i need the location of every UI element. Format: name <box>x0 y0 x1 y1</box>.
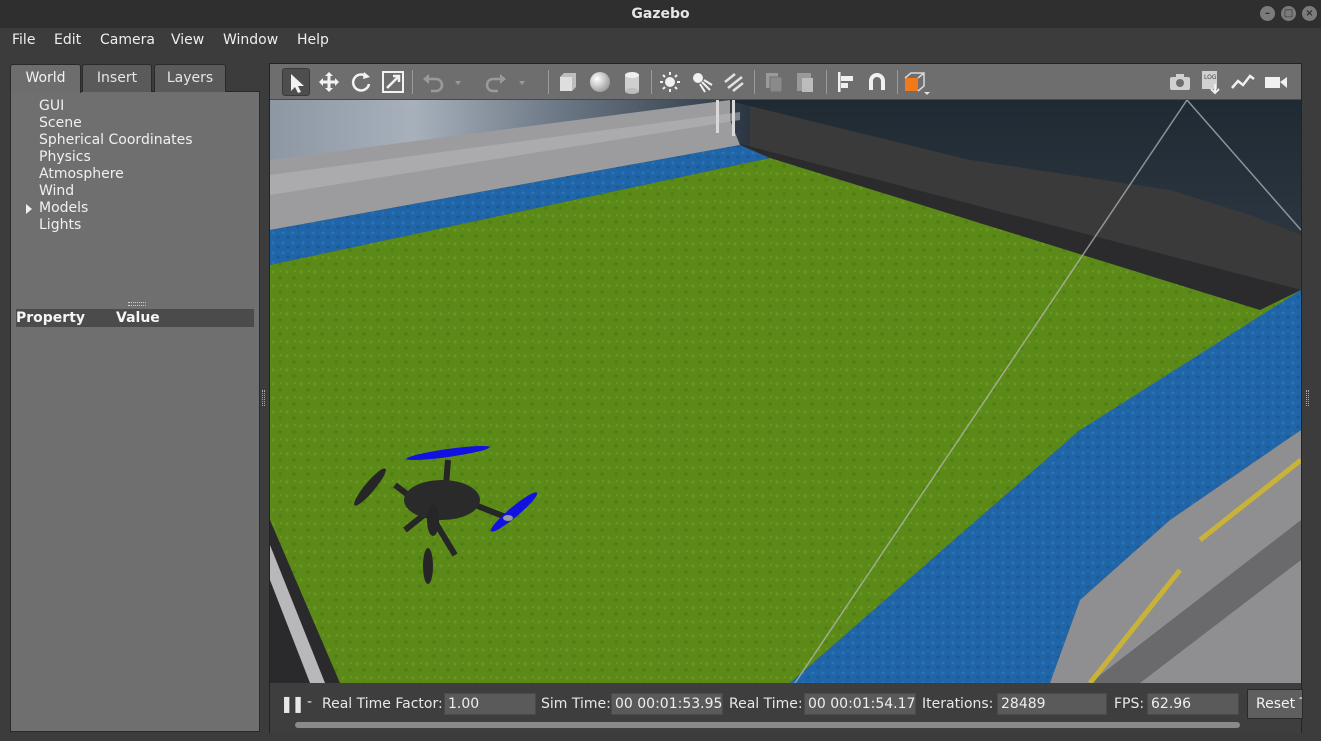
cylinder-shape-icon[interactable] <box>618 68 646 96</box>
real-time-factor-field: 1.00 <box>444 693 536 715</box>
status-bar: ❚❚ - Real Time Factor: 1.00 Sim Time: 00… <box>270 683 1303 733</box>
right-splitter-grip[interactable] <box>1306 390 1309 406</box>
tree-item-spherical-coordinates[interactable]: Spherical Coordinates <box>39 132 193 148</box>
tab-world[interactable]: World <box>10 64 81 93</box>
real-time-field: 00 00:01:54.171 <box>804 693 916 715</box>
close-icon[interactable]: × <box>1302 6 1317 21</box>
scale-icon[interactable] <box>379 68 407 96</box>
property-table-header: Property Value <box>16 309 254 327</box>
step-button[interactable]: - <box>307 694 312 710</box>
left-panel: GUI Scene Spherical Coordinates Physics … <box>10 64 260 732</box>
property-column-header: Property <box>16 310 86 326</box>
iterations-label: Iterations: <box>922 696 994 712</box>
fps-field: 62.96 <box>1147 693 1239 715</box>
tree-item-physics[interactable]: Physics <box>39 149 91 165</box>
menu-window[interactable]: Window <box>223 32 278 48</box>
real-time-factor-label: Real Time Factor: <box>322 696 443 712</box>
horizontal-scrollbar[interactable] <box>295 722 1240 728</box>
view-angle-icon[interactable] <box>902 68 930 96</box>
maximize-icon[interactable]: □ <box>1281 6 1296 21</box>
world-tree-panel: GUI Scene Spherical Coordinates Physics … <box>10 91 260 732</box>
select-arrow-icon[interactable] <box>282 68 310 96</box>
iterations-field: 28489 <box>997 693 1107 715</box>
3d-scene-view[interactable] <box>270 100 1301 683</box>
screenshot-camera-icon[interactable] <box>1166 68 1194 96</box>
menu-bar: File Edit Camera View Window Help <box>0 28 1321 55</box>
sim-time-label: Sim Time: <box>541 696 611 712</box>
render-viewport: LOG ❚❚ - Real Time Factor: 1.00 Sim Time… <box>269 63 1303 733</box>
undo-dropdown-icon[interactable] <box>452 68 464 96</box>
menu-camera[interactable]: Camera <box>100 32 155 48</box>
expand-arrow-icon[interactable] <box>25 203 33 215</box>
toolbar: LOG <box>270 64 1301 100</box>
translate-icon[interactable] <box>315 68 343 96</box>
redo-dropdown-icon[interactable] <box>516 68 528 96</box>
tree-item-scene[interactable]: Scene <box>39 115 82 131</box>
menu-edit[interactable]: Edit <box>54 32 81 48</box>
minimize-icon[interactable]: – <box>1260 6 1275 21</box>
svg-text:LOG: LOG <box>1204 74 1217 81</box>
snap-magnet-icon[interactable] <box>863 68 891 96</box>
tree-item-lights[interactable]: Lights <box>39 217 81 233</box>
pause-button[interactable]: ❚❚ <box>280 694 305 713</box>
rotate-icon[interactable] <box>347 68 375 96</box>
tree-item-atmosphere[interactable]: Atmosphere <box>39 166 124 182</box>
fps-label: FPS: <box>1114 696 1145 712</box>
tree-item-gui[interactable]: GUI <box>39 98 64 114</box>
spot-light-icon[interactable] <box>688 68 716 96</box>
tab-layers[interactable]: Layers <box>154 64 226 92</box>
panel-splitter-handle[interactable] <box>128 302 146 306</box>
tab-insert[interactable]: Insert <box>82 64 152 92</box>
sphere-shape-icon[interactable] <box>586 68 614 96</box>
undo-icon[interactable] <box>419 68 447 96</box>
tree-item-wind[interactable]: Wind <box>39 183 74 199</box>
redo-icon[interactable] <box>482 68 510 96</box>
directional-light-icon[interactable] <box>720 68 748 96</box>
reset-time-button[interactable]: Reset Time <box>1247 689 1303 719</box>
title-bar: Gazebo – □ × <box>0 0 1321 28</box>
real-time-label: Real Time: <box>729 696 803 712</box>
point-light-icon[interactable] <box>656 68 684 96</box>
menu-file[interactable]: File <box>12 32 35 48</box>
menu-help[interactable]: Help <box>297 32 329 48</box>
align-icon[interactable] <box>832 68 860 96</box>
sim-time-field: 00 00:01:53.956 <box>611 693 723 715</box>
box-shape-icon[interactable] <box>554 68 582 96</box>
plot-icon[interactable] <box>1229 68 1257 96</box>
window-title: Gazebo <box>631 6 690 22</box>
video-record-icon[interactable] <box>1262 68 1290 96</box>
tree-item-models[interactable]: Models <box>39 200 88 216</box>
menu-view[interactable]: View <box>171 32 204 48</box>
paste-icon[interactable] <box>791 68 819 96</box>
left-splitter-grip[interactable] <box>262 390 265 406</box>
log-icon[interactable]: LOG <box>1197 68 1225 96</box>
value-column-header: Value <box>116 310 160 326</box>
copy-icon[interactable] <box>760 68 788 96</box>
